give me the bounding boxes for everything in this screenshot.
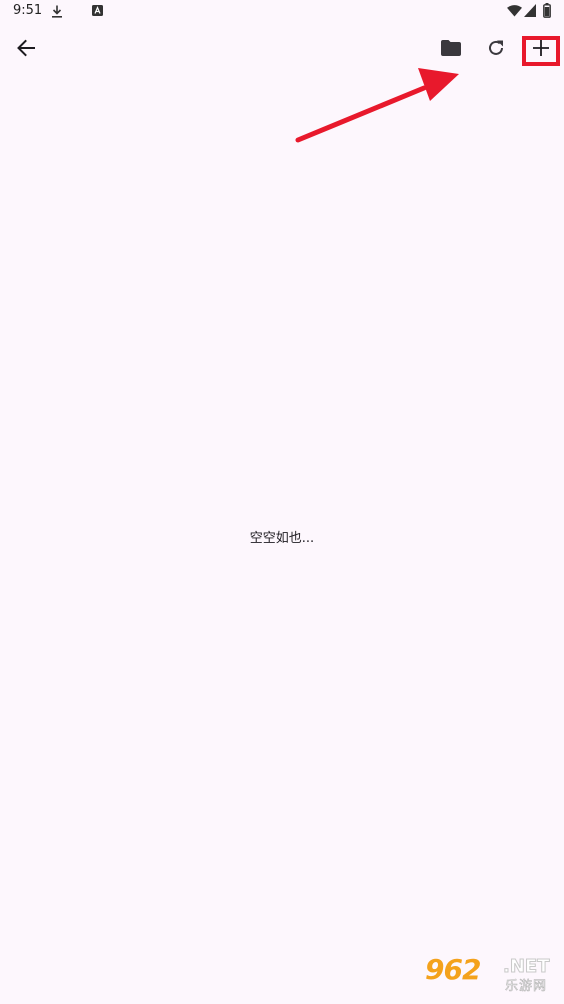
top-app-bar [0, 24, 564, 74]
back-button[interactable] [6, 28, 46, 68]
download-icon [52, 5, 62, 18]
watermark-logo: 962 .NET 乐游网 [425, 955, 560, 999]
add-button[interactable] [521, 28, 561, 68]
status-time: 9:51 [13, 3, 43, 18]
add-icon [533, 40, 549, 56]
arrow-back-icon [17, 39, 35, 57]
watermark-domain: .NET [502, 956, 550, 977]
watermark-brand: 962 [425, 953, 481, 986]
folder-icon [441, 40, 461, 56]
refresh-button[interactable] [476, 28, 516, 68]
battery-icon [543, 3, 551, 18]
app-notification-icon [92, 5, 103, 16]
wifi-icon [507, 5, 522, 17]
signal-icon [524, 4, 536, 17]
watermark-subtitle: 乐游网 [505, 979, 548, 995]
folder-button[interactable] [431, 28, 471, 68]
status-bar: 9:51 [0, 0, 564, 24]
empty-state-message: 空空如也... [249, 531, 315, 546]
refresh-icon [489, 40, 503, 55]
screen: 9:51 空空如也... 962 .NET 乐游网 [0, 0, 564, 1004]
